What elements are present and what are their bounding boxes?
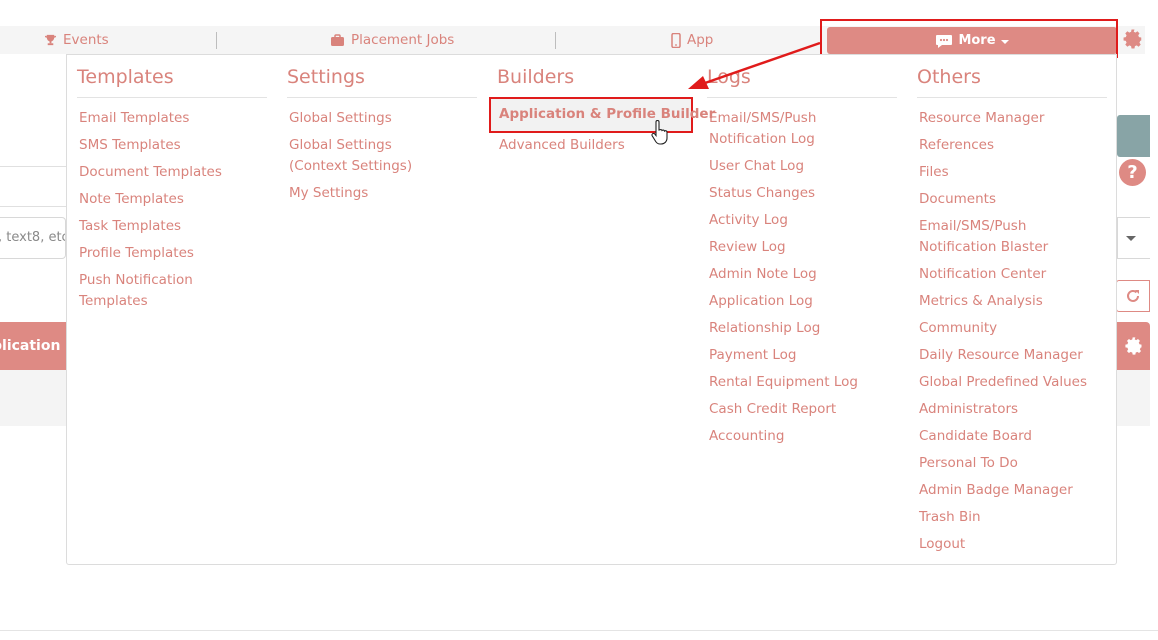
- section-header-label: plication Fo: [0, 338, 66, 354]
- content-area-fragment: [1117, 370, 1150, 426]
- refresh-button[interactable]: [1116, 280, 1150, 312]
- menu-item-documents[interactable]: Documents: [919, 186, 1104, 213]
- trophy-icon: [44, 34, 57, 45]
- menu-item-notification-blaster[interactable]: Email/SMS/Push Notification Blaster: [919, 213, 1104, 261]
- nav-app[interactable]: App: [671, 26, 713, 54]
- menu-item-daily-resource-manager[interactable]: Daily Resource Manager: [919, 342, 1104, 369]
- divider: [0, 166, 66, 167]
- menu-item-files[interactable]: Files: [919, 159, 1104, 186]
- divider: [0, 206, 66, 207]
- menu-item-global-predefined-values[interactable]: Global Predefined Values: [919, 369, 1104, 396]
- menu-item-document-templates[interactable]: Document Templates: [79, 159, 264, 186]
- help-icon[interactable]: ?: [1119, 159, 1146, 186]
- menu-item-metrics-analysis[interactable]: Metrics & Analysis: [919, 288, 1104, 315]
- menu-item-notification-center[interactable]: Notification Center: [919, 261, 1104, 288]
- menu-item-personal-to-do[interactable]: Personal To Do: [919, 450, 1104, 477]
- menu-item-application-log[interactable]: Application Log: [709, 288, 894, 315]
- menu-item-notification-log[interactable]: Email/SMS/Push Notification Log: [709, 105, 894, 153]
- section-header-fragment: plication Fo: [0, 322, 66, 370]
- caret-down-icon: [1126, 236, 1136, 241]
- menu-item-payment-log[interactable]: Payment Log: [709, 342, 894, 369]
- refresh-icon: [1127, 289, 1139, 302]
- menu-item-status-changes[interactable]: Status Changes: [709, 180, 894, 207]
- nav-placement-jobs-label: Placement Jobs: [351, 32, 455, 48]
- content-area-fragment: [0, 370, 66, 426]
- side-panel-fragment[interactable]: [1117, 115, 1150, 157]
- annotation-highlight-more: [820, 19, 1118, 58]
- column-title-logs: Logs: [707, 66, 751, 88]
- column-title-templates: Templates: [77, 66, 174, 88]
- divider: [917, 97, 1107, 98]
- menu-item-logout[interactable]: Logout: [919, 531, 1104, 558]
- nav-events-label: Events: [63, 32, 109, 48]
- menu-item-admin-note-log[interactable]: Admin Note Log: [709, 261, 894, 288]
- menu-item-community[interactable]: Community: [919, 315, 1104, 342]
- nav-placement-jobs[interactable]: Placement Jobs: [330, 26, 454, 54]
- column-title-builders: Builders: [497, 66, 575, 88]
- menu-item-email-templates[interactable]: Email Templates: [79, 105, 264, 132]
- search-input-fragment[interactable]: , text8, etc.): [0, 217, 66, 259]
- menu-item-relationship-log[interactable]: Relationship Log: [709, 315, 894, 342]
- select-dropdown-fragment[interactable]: [1117, 217, 1150, 259]
- hand-cursor-icon: [651, 120, 668, 145]
- menu-item-profile-templates[interactable]: Profile Templates: [79, 240, 264, 267]
- menu-item-push-notification-templates[interactable]: Push Notification Templates: [79, 267, 264, 315]
- menu-item-global-settings[interactable]: Global Settings: [289, 105, 449, 132]
- nav-divider: [216, 32, 217, 49]
- menu-item-my-settings[interactable]: My Settings: [289, 180, 449, 207]
- menu-item-global-settings-context[interactable]: Global Settings (Context Settings): [289, 132, 449, 180]
- menu-item-rental-equipment-log[interactable]: Rental Equipment Log: [709, 369, 894, 396]
- divider: [77, 97, 267, 98]
- divider: [287, 97, 477, 98]
- menu-item-sms-templates[interactable]: SMS Templates: [79, 132, 264, 159]
- gear-icon: [1124, 337, 1141, 355]
- search-input-placeholder: , text8, etc.): [0, 230, 65, 245]
- menu-item-task-templates[interactable]: Task Templates: [79, 213, 264, 240]
- nav-events[interactable]: Events: [44, 26, 109, 54]
- menu-item-review-log[interactable]: Review Log: [709, 234, 894, 261]
- gear-icon[interactable]: [1122, 28, 1144, 50]
- menu-item-trash-bin[interactable]: Trash Bin: [919, 504, 1104, 531]
- menu-item-administrators[interactable]: Administrators: [919, 396, 1104, 423]
- menu-item-accounting[interactable]: Accounting: [709, 423, 894, 450]
- divider: [707, 97, 897, 98]
- nav-divider: [555, 32, 556, 49]
- column-title-settings: Settings: [287, 66, 365, 88]
- menu-item-note-templates[interactable]: Note Templates: [79, 186, 264, 213]
- section-settings-button[interactable]: [1117, 322, 1150, 370]
- column-title-others: Others: [917, 66, 981, 88]
- mobile-icon: [671, 32, 681, 48]
- menu-item-user-chat-log[interactable]: User Chat Log: [709, 153, 894, 180]
- menu-item-cash-credit-report[interactable]: Cash Credit Report: [709, 396, 894, 423]
- menu-item-admin-badge-manager[interactable]: Admin Badge Manager: [919, 477, 1104, 504]
- nav-app-label: App: [687, 32, 714, 48]
- menu-item-application-profile-builder-label: Application & Profile Builder: [499, 106, 716, 122]
- divider: [0, 630, 1158, 631]
- briefcase-icon: [331, 33, 344, 46]
- menu-item-references[interactable]: References: [919, 132, 1104, 159]
- menu-item-candidate-board[interactable]: Candidate Board: [919, 423, 1104, 450]
- menu-item-resource-manager[interactable]: Resource Manager: [919, 105, 1104, 132]
- menu-item-activity-log[interactable]: Activity Log: [709, 207, 894, 234]
